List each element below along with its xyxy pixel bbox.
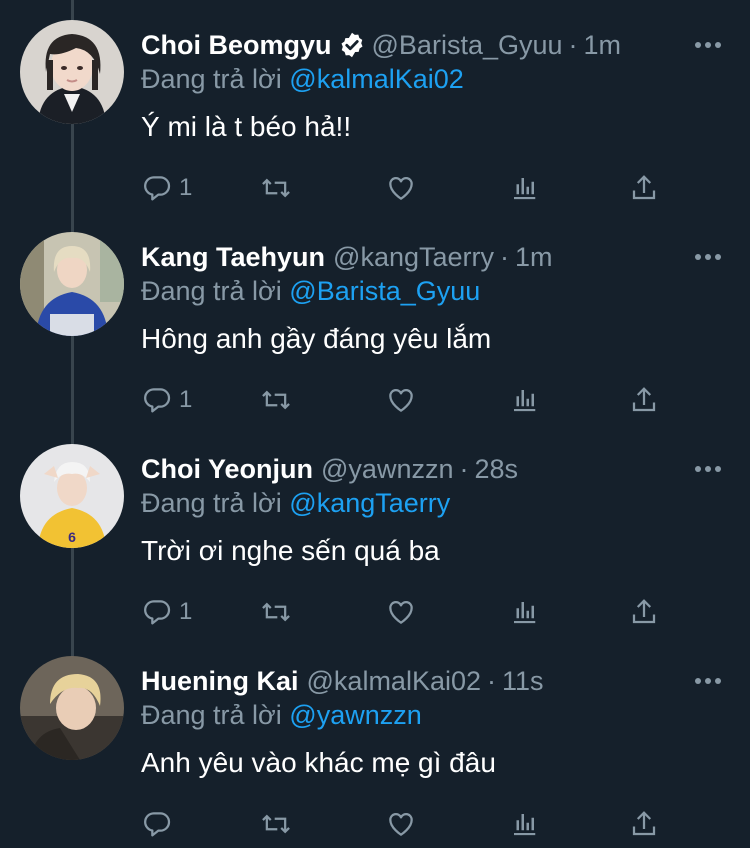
heart-icon [389, 812, 413, 836]
retweet-button[interactable] [259, 592, 293, 632]
timestamp[interactable]: 28s [474, 454, 518, 485]
replying-to: Đang trả lời @kalmalKai02 [141, 64, 464, 95]
separator-dot: · [500, 241, 510, 272]
mention-link[interactable]: @kalmalKai02 [289, 64, 464, 94]
tweet-actions: 1 [141, 592, 681, 632]
author-handle[interactable]: @kalmalKai02 [307, 666, 482, 697]
analytics-button[interactable] [509, 168, 539, 208]
retweet-icon [262, 390, 290, 410]
share-button[interactable] [629, 804, 659, 844]
heart-icon [389, 600, 413, 624]
author-name[interactable]: Kang Taehyun [141, 242, 325, 273]
mention-link[interactable]: @yawnzzn [289, 700, 421, 730]
separator-dot: · [568, 29, 578, 60]
share-icon [632, 175, 656, 200]
replying-to: Đang trả lời @kangTaerry [141, 488, 450, 519]
heart-icon [389, 176, 413, 200]
replying-to-label: Đang trả lời [141, 700, 282, 730]
like-button[interactable] [385, 804, 417, 844]
replying-to-label: Đang trả lời [141, 64, 282, 94]
author-handle[interactable]: @kangTaerry [333, 242, 494, 273]
share-button[interactable] [629, 168, 659, 208]
share-icon [632, 387, 656, 412]
tweet-actions: 1 [141, 168, 681, 208]
tweet-text: Ý mi là t béo hả!! [141, 111, 352, 142]
reply-button[interactable]: 1 [141, 168, 192, 208]
svg-text:6: 6 [68, 529, 76, 545]
reply-icon [144, 176, 171, 201]
mention-link[interactable]: @Barista_Gyuu [289, 276, 480, 306]
analytics-button[interactable] [509, 592, 539, 632]
author-handle[interactable]: @yawnzzn [321, 454, 453, 485]
avatar[interactable] [20, 232, 124, 336]
heart-icon [389, 388, 413, 412]
retweet-button[interactable] [259, 380, 293, 420]
analytics-button[interactable] [509, 804, 539, 844]
more-options-icon[interactable] [694, 663, 722, 699]
analytics-icon [514, 602, 536, 624]
tweet-header: Kang Taehyun @kangTaerry · 1m [141, 239, 722, 275]
reply-icon [144, 600, 171, 625]
analytics-icon [514, 814, 536, 836]
tweet-header: Huening Kai @kalmalKai02 · 11s [141, 663, 722, 699]
tweet-header: Choi Yeonjun @yawnzzn · 28s [141, 451, 722, 487]
reply-count: 1 [179, 386, 193, 413]
replying-to-label: Đang trả lời [141, 488, 282, 518]
tweet-text: Hông anh gầy đáng yêu lắm [141, 323, 492, 354]
retweet-icon [262, 602, 290, 622]
share-icon [632, 811, 656, 836]
like-button[interactable] [385, 592, 417, 632]
analytics-button[interactable] [509, 380, 539, 420]
retweet-icon [262, 178, 290, 198]
tweet-text: Trời ơi nghe sến quá ba [141, 535, 440, 566]
reply-count: 1 [179, 598, 193, 625]
tweet-actions: 1 [141, 380, 681, 420]
like-button[interactable] [385, 380, 417, 420]
more-options-icon[interactable] [694, 27, 722, 63]
timestamp[interactable]: 1m [515, 242, 553, 273]
replying-to-label: Đang trả lời [141, 276, 282, 306]
retweet-button[interactable] [259, 168, 293, 208]
share-icon [632, 599, 656, 624]
like-button[interactable] [385, 168, 417, 208]
reply-button[interactable]: 1 [141, 592, 192, 632]
tweet[interactable]: Huening Kai @kalmalKai02 · 11s Đang trả … [0, 636, 750, 848]
reply-button[interactable]: 1 [141, 380, 192, 420]
verified-badge-icon [338, 31, 366, 59]
separator-dot: · [487, 665, 497, 696]
tweet-header: Choi Beomgyu @Barista_Gyuu · 1m [141, 27, 722, 63]
author-handle[interactable]: @Barista_Gyuu [372, 30, 563, 61]
tweet[interactable]: Choi Beomgyu @Barista_Gyuu · 1m Đang trả… [0, 0, 750, 212]
analytics-icon [514, 390, 536, 412]
reply-icon [144, 388, 171, 413]
tweet-actions [141, 804, 681, 844]
analytics-icon [514, 178, 536, 200]
retweet-icon [262, 814, 290, 834]
avatar[interactable] [20, 20, 124, 124]
author-name[interactable]: Choi Beomgyu [141, 30, 332, 61]
timestamp[interactable]: 11s [502, 666, 544, 697]
more-options-icon[interactable] [694, 451, 722, 487]
replying-to: Đang trả lời @yawnzzn [141, 700, 422, 731]
author-name[interactable]: Huening Kai [141, 666, 299, 697]
retweet-button[interactable] [259, 804, 293, 844]
share-button[interactable] [629, 592, 659, 632]
replying-to: Đang trả lời @Barista_Gyuu [141, 276, 480, 307]
tweet[interactable]: Kang Taehyun @kangTaerry · 1m Đang trả l… [0, 212, 750, 424]
tweet[interactable]: 6 Choi Yeonjun @yawnzzn · 28s Đang trả l… [0, 424, 750, 636]
avatar[interactable] [20, 656, 124, 760]
more-options-icon[interactable] [694, 239, 722, 275]
reply-button[interactable] [141, 804, 179, 844]
author-name[interactable]: Choi Yeonjun [141, 454, 313, 485]
share-button[interactable] [629, 380, 659, 420]
separator-dot: · [459, 453, 469, 484]
avatar[interactable]: 6 [20, 444, 124, 548]
mention-link[interactable]: @kangTaerry [289, 488, 450, 518]
reply-count: 1 [179, 174, 193, 201]
tweet-text: Anh yêu vào khác mẹ gì đâu [141, 747, 496, 778]
reply-icon [144, 812, 171, 837]
timestamp[interactable]: 1m [584, 30, 622, 61]
